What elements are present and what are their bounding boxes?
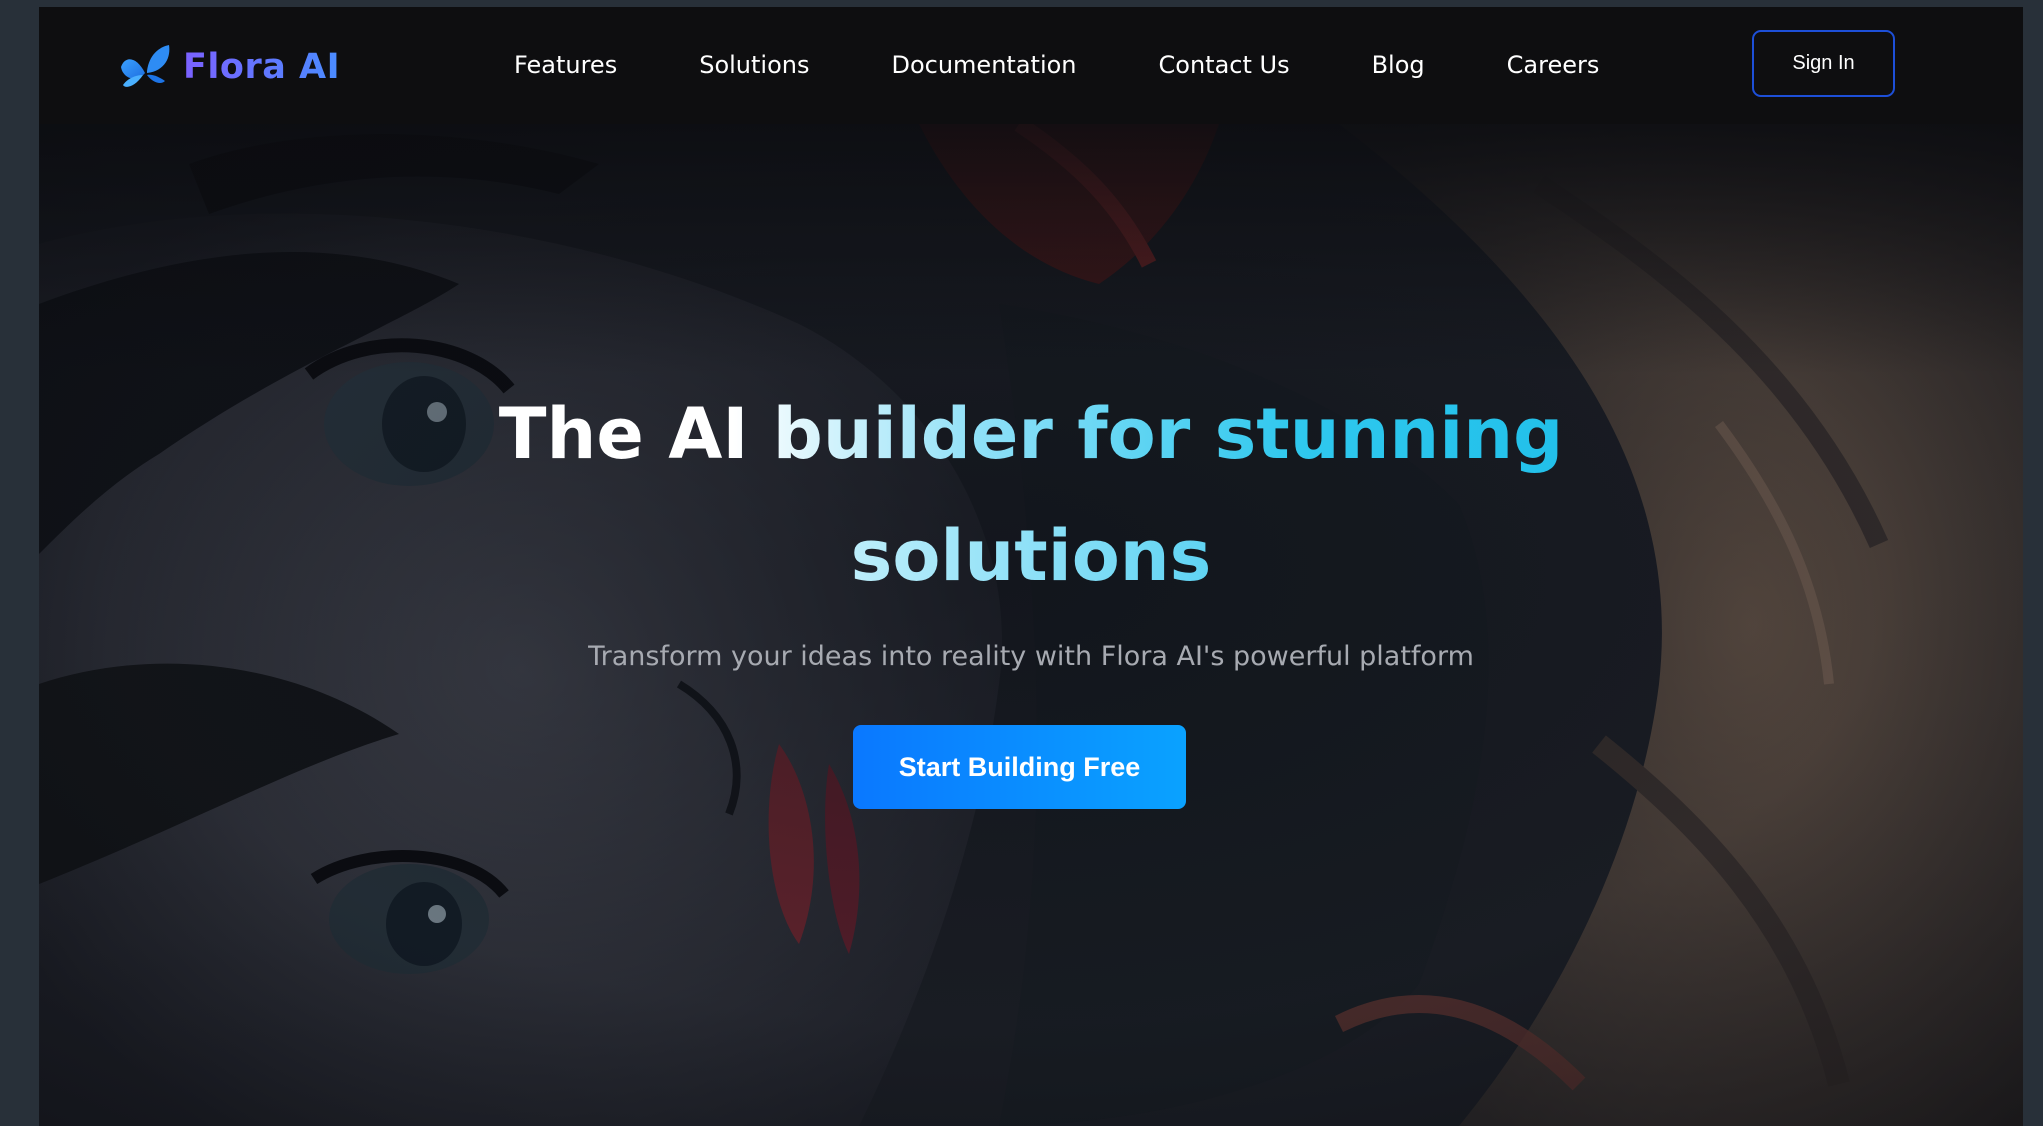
brand-name: Flora AI	[183, 47, 341, 87]
hero-subtitle: Transform your ideas into reality with F…	[588, 641, 1474, 672]
browser-viewport: Flora AI Features Solutions Documentatio…	[39, 7, 2023, 1126]
nav-link-documentation[interactable]: Documentation	[891, 51, 1076, 79]
nav-links: Features Solutions Documentation Contact…	[514, 51, 1599, 79]
nav-link-contact-us[interactable]: Contact Us	[1159, 51, 1290, 79]
hero-headline-line1: The AI builder for stunning	[498, 393, 1564, 475]
nav-link-careers[interactable]: Careers	[1507, 51, 1600, 79]
start-building-free-button[interactable]: Start Building Free	[853, 725, 1186, 809]
top-navbar: Flora AI Features Solutions Documentatio…	[39, 7, 2023, 124]
nav-link-features[interactable]: Features	[514, 51, 617, 79]
butterfly-icon	[121, 45, 170, 87]
sign-in-button[interactable]: Sign In	[1752, 30, 1895, 97]
hero-background-image	[39, 124, 2023, 1126]
hero-headline-line2: solutions	[850, 515, 1212, 597]
brand-logo[interactable]: Flora AI	[119, 41, 340, 93]
hero-headline: The AI builder for stunning solutions	[39, 373, 2023, 617]
nav-link-solutions[interactable]: Solutions	[699, 51, 809, 79]
nav-link-blog[interactable]: Blog	[1372, 51, 1425, 79]
